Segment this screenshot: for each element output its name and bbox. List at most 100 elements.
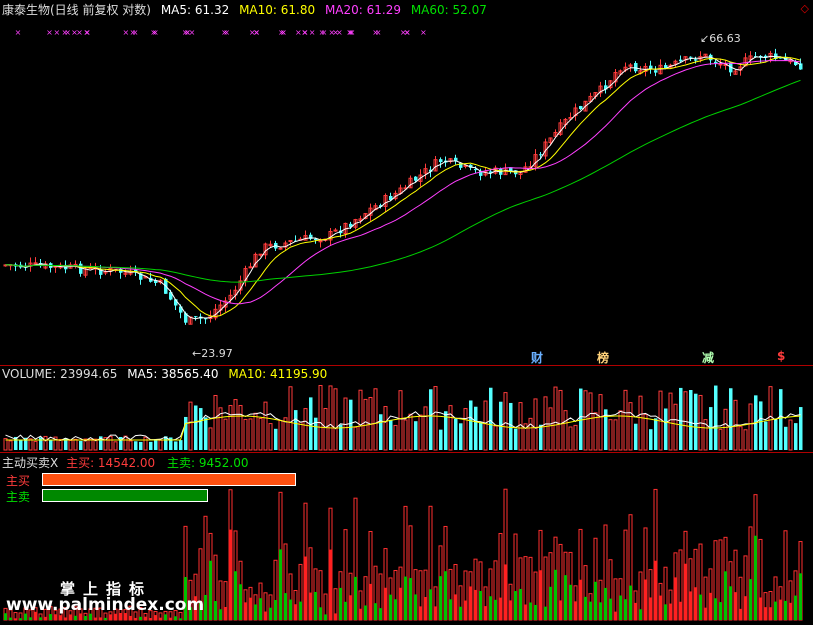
volume-bar — [139, 441, 143, 450]
flow-fill-bar — [789, 602, 792, 620]
top-cross-marker: × — [71, 28, 78, 37]
volume-bar — [398, 390, 403, 451]
flow-fill-bar — [584, 596, 587, 620]
flow-fill-bar — [149, 618, 152, 620]
flow-fill-bar — [29, 617, 32, 620]
flow-fill-bar — [174, 616, 177, 620]
flow-fill-bar — [559, 600, 562, 620]
volume-bar — [433, 386, 438, 451]
volume-bar — [349, 399, 353, 450]
candle-body — [278, 247, 283, 250]
candle-body — [654, 70, 658, 73]
flow-fill-bar — [784, 600, 787, 620]
flow-fill-bar — [164, 614, 167, 620]
volume-bar — [573, 424, 578, 451]
flow-fill-bar — [294, 604, 297, 620]
volume-bar — [463, 408, 468, 451]
top-cross-marker: × — [150, 28, 157, 37]
top-cross-marker: × — [372, 28, 379, 37]
flow-fill-bar — [9, 617, 12, 620]
volume-bar — [638, 395, 643, 451]
volume-bar — [248, 418, 253, 451]
flow-fill-bar — [54, 614, 57, 620]
flow-header: 主动买卖X 主买: 14542.00 主卖: 9452.00 — [2, 454, 249, 471]
volume-bar — [414, 421, 418, 450]
flow-fill-bar — [764, 607, 767, 620]
top-cross-marker: × — [53, 28, 60, 37]
flow-fill-bar — [749, 579, 752, 620]
flow-fill-bar — [94, 617, 97, 620]
volume-bar — [333, 388, 338, 451]
chart-canvas[interactable]: ×× × ×× ×× × ×× ×× ××× ×× ×× ×× ×× ×× × ×× ××××× × × × ××××… — [0, 0, 813, 625]
volume-bar — [548, 407, 553, 451]
top-cross-marker: × — [347, 28, 354, 37]
flow-fill-bar — [239, 584, 242, 620]
volume-bar — [383, 406, 388, 451]
volume-bar — [568, 426, 573, 451]
flow-fill-bar — [564, 575, 567, 620]
volume-bar — [429, 389, 433, 450]
volume-bar — [679, 387, 683, 450]
volume-bar — [204, 417, 208, 450]
flow-fill-bar — [309, 592, 312, 620]
flow-fill-bar — [169, 617, 172, 620]
volume-bar — [278, 419, 283, 451]
event-marker-dollar[interactable]: $ — [777, 349, 785, 363]
flow-fill-bar — [19, 618, 22, 620]
candle-body — [718, 63, 723, 66]
flow-fill-bar — [389, 594, 392, 620]
candle-body — [714, 61, 718, 64]
flow-fill-bar — [249, 597, 252, 620]
volume-bar — [323, 407, 328, 451]
volume-bar — [628, 402, 633, 451]
volume-bar — [33, 440, 38, 451]
volume-bar — [608, 419, 613, 451]
top-cross-marker: × — [132, 28, 139, 37]
volume-bar — [179, 440, 183, 450]
flow-fill-bar — [594, 581, 597, 620]
volume-ma10: MA10: 41195.90 — [228, 367, 328, 381]
volume-bar — [634, 423, 638, 450]
volume-bar — [298, 421, 303, 451]
flow-fill-bar — [354, 576, 357, 620]
volume-bar — [598, 394, 603, 451]
volume-bar — [268, 423, 273, 451]
volume-bar — [194, 405, 198, 450]
volume-bar — [469, 400, 473, 450]
flow-fill-bar — [279, 549, 282, 620]
volume-bar — [479, 421, 483, 450]
flow-fill-bar — [134, 617, 137, 620]
volume-bar — [489, 387, 493, 450]
flow-fill-bar — [204, 594, 207, 620]
flow-fill-bar — [529, 602, 532, 620]
volume-bar — [579, 388, 583, 450]
flow-fill-bar — [569, 584, 572, 620]
candle-body — [679, 59, 683, 62]
top-cross-marker: × — [15, 28, 22, 37]
flow-fill-bar — [339, 587, 342, 620]
flow-fill-bar — [324, 614, 327, 620]
volume-bar — [389, 419, 393, 450]
event-marker-jian[interactable]: 减 — [702, 349, 714, 366]
volume-bar — [448, 405, 453, 451]
flow-fill-bar — [674, 577, 677, 620]
event-marker-bang[interactable]: 榜 — [597, 349, 609, 366]
volume-ma5: MA5: 38565.40 — [127, 367, 219, 381]
flow-fill-bar — [109, 614, 112, 620]
top-cross-marker: × — [280, 28, 287, 37]
event-marker-cai[interactable]: 财 — [531, 349, 543, 366]
flow-fill-bar — [274, 600, 277, 620]
flow-indicator-name[interactable]: 主动买卖X — [2, 456, 58, 470]
flow-fill-bar — [459, 606, 462, 620]
ma10-line — [5, 56, 801, 317]
volume-bar — [393, 424, 398, 451]
flow-fill-bar — [74, 615, 77, 620]
volume-bar — [418, 414, 423, 451]
flow-fill-bar — [424, 597, 427, 620]
flow-fill-bar — [724, 571, 727, 620]
volume-bar — [459, 423, 463, 450]
flow-fill-bar — [479, 590, 482, 620]
flow-fill-bar — [489, 596, 492, 620]
flow-fill-bar — [474, 589, 477, 620]
flow-fill-bar — [304, 556, 307, 620]
